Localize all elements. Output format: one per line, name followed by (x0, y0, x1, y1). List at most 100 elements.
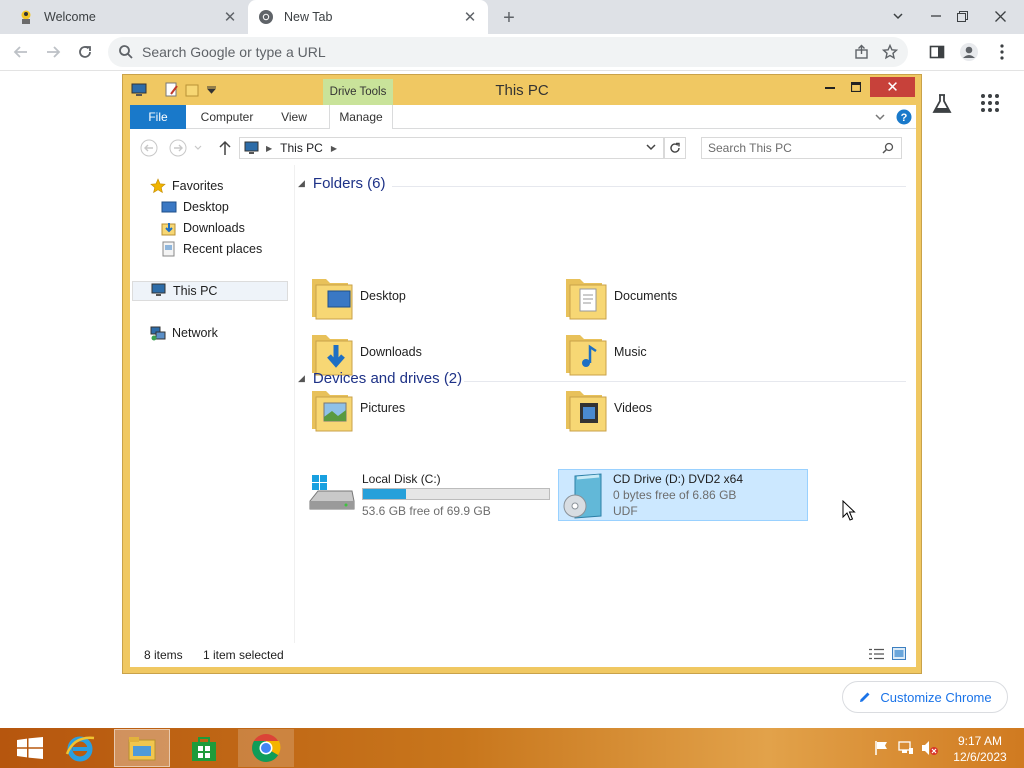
restore-icon[interactable] (948, 2, 976, 30)
tab-search-icon[interactable] (884, 2, 912, 30)
search-icon (118, 44, 134, 60)
url-input[interactable] (142, 44, 854, 60)
profile-avatar-icon[interactable] (956, 39, 982, 65)
tab-title: New Tab (284, 10, 333, 24)
taskbar: 9:17 AM 12/6/2023 (0, 728, 1024, 768)
address-history-chevron-icon[interactable] (646, 143, 656, 151)
taskbar-file-explorer[interactable] (114, 729, 170, 767)
menu-kebab-icon[interactable] (989, 39, 1015, 65)
details-view-icon[interactable] (869, 648, 884, 660)
folder-pictures[interactable]: Pictures (308, 383, 405, 433)
recent-locations-chevron-icon[interactable] (194, 145, 202, 151)
action-center-flag-icon[interactable] (874, 740, 890, 756)
drive-local-disk-c[interactable]: Local Disk (C:) 53.6 GB free of 69.9 GB (308, 469, 550, 521)
devices-group-header[interactable]: ◢ Devices and drives (2) (298, 370, 462, 387)
pictures-folder-icon (308, 383, 354, 433)
status-bar: 8 items 1 item selected (130, 643, 916, 667)
nav-label: This PC (173, 284, 218, 298)
nav-downloads[interactable]: Downloads (161, 218, 245, 238)
address-bar[interactable]: ▶ This PC ▶ (239, 137, 664, 159)
folder-documents[interactable]: Documents (562, 271, 677, 321)
up-arrow-icon[interactable] (218, 140, 232, 156)
drive-cd-d[interactable]: CD Drive (D:) DVD2 x64 0 bytes free of 6… (558, 469, 808, 521)
taskbar-store[interactable] (176, 729, 232, 767)
nav-this-pc[interactable]: This PC (132, 281, 288, 301)
explorer-titlebar: This PC Drive Tools ✕ (123, 75, 921, 105)
nav-label: Network (172, 326, 218, 340)
close-tab-icon[interactable]: ✕ (222, 9, 238, 26)
close-window-icon[interactable] (986, 2, 1014, 30)
folder-label: Desktop (360, 289, 406, 303)
ribbon-tabs: File Computer View Manage ? (130, 105, 916, 129)
tab-file[interactable]: File (130, 105, 186, 129)
expand-ribbon-chevron-icon[interactable] (875, 113, 885, 121)
side-panel-icon[interactable] (924, 39, 950, 65)
system-clock[interactable]: 9:17 AM 12/6/2023 (944, 733, 1016, 765)
breadcrumb-separator-icon[interactable]: ▶ (266, 144, 272, 153)
new-folder-icon[interactable] (185, 82, 199, 98)
nav-recent-places[interactable]: Recent places (161, 239, 262, 259)
tab-new-tab[interactable]: New Tab ✕ (248, 0, 488, 34)
this-pc-icon (131, 82, 147, 98)
tab-view[interactable]: View (266, 105, 322, 129)
taskbar-internet-explorer[interactable] (52, 729, 108, 767)
group-divider (392, 186, 906, 187)
nav-desktop[interactable]: Desktop (161, 197, 229, 217)
mouse-cursor-icon (842, 500, 856, 522)
search-this-pc-input[interactable]: Search This PC (701, 137, 902, 159)
tab-welcome[interactable]: Welcome ✕ (8, 0, 248, 34)
quick-access-dropdown-icon[interactable] (207, 86, 216, 94)
refresh-icon[interactable] (664, 137, 686, 159)
folders-group-header[interactable]: ◢ Folders (6) (298, 175, 385, 192)
close-tab-icon[interactable]: ✕ (462, 9, 478, 26)
breadcrumb-this-pc[interactable]: This PC (280, 141, 323, 155)
explorer-close-button[interactable]: ✕ (870, 77, 915, 97)
omnibox[interactable] (108, 37, 908, 67)
explorer-minimize-icon[interactable] (818, 77, 842, 97)
folder-music[interactable]: Music (562, 327, 647, 377)
forward-arrow-icon[interactable] (40, 39, 66, 65)
svg-text:?: ? (901, 112, 908, 124)
back-arrow-icon[interactable] (8, 39, 34, 65)
explorer-maximize-icon[interactable] (844, 77, 868, 97)
search-icon (882, 142, 894, 154)
breadcrumb-separator-icon[interactable]: ▶ (331, 144, 337, 153)
drive-free-space: 53.6 GB free of 69.9 GB (362, 504, 491, 518)
bookmark-star-icon[interactable] (882, 44, 898, 60)
file-explorer-icon (127, 734, 157, 762)
nav-network[interactable]: Network (150, 323, 218, 343)
start-button[interactable] (2, 729, 58, 767)
reload-icon[interactable] (72, 39, 98, 65)
folder-label: Downloads (360, 345, 422, 359)
network-tray-icon[interactable] (898, 740, 914, 756)
help-icon[interactable]: ? (896, 109, 912, 125)
tab-manage[interactable]: Manage (329, 105, 393, 129)
taskbar-chrome[interactable] (238, 729, 294, 767)
labs-flask-icon[interactable] (930, 92, 954, 116)
folder-desktop[interactable]: Desktop (308, 271, 406, 321)
explorer-window: This PC Drive Tools ✕ File Computer View… (122, 74, 922, 674)
tab-computer[interactable]: Computer (192, 105, 262, 129)
properties-icon[interactable] (165, 82, 179, 98)
nav-forward-icon[interactable] (169, 139, 187, 157)
drive-name: CD Drive (D:) DVD2 x64 (613, 472, 744, 486)
recent-places-icon (161, 241, 177, 257)
drive-filesystem: UDF (613, 504, 638, 518)
minimize-icon[interactable] (922, 2, 950, 30)
apps-grid-icon[interactable] (980, 93, 1000, 113)
group-divider (464, 381, 906, 382)
nav-favorites[interactable]: Favorites (150, 176, 223, 196)
customize-chrome-button[interactable]: Customize Chrome (842, 681, 1008, 713)
share-icon[interactable] (854, 44, 870, 60)
windows-logo-icon (17, 737, 43, 759)
nav-label: Downloads (183, 221, 245, 235)
cd-drive-icon (561, 472, 609, 520)
volume-muted-icon[interactable] (921, 740, 939, 756)
welcome-favicon-icon (18, 9, 34, 25)
music-folder-icon (562, 327, 608, 377)
new-tab-button[interactable]: + (498, 7, 520, 29)
drive-usage-bar (362, 488, 550, 500)
nav-back-icon[interactable] (140, 139, 158, 157)
folder-videos[interactable]: Videos (562, 383, 652, 433)
large-icons-view-icon[interactable] (892, 647, 906, 660)
